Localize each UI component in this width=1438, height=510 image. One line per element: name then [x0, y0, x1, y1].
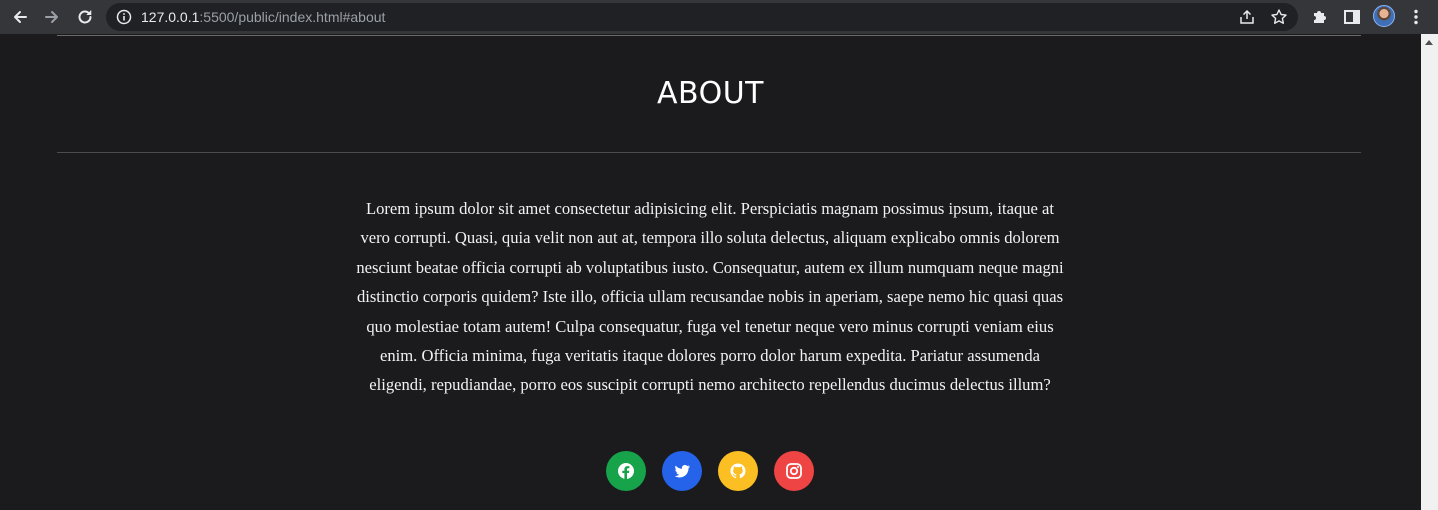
address-bar[interactable]: 127.0.0.1:5500/public/index.html#about: [106, 3, 1298, 31]
info-icon[interactable]: [116, 9, 132, 25]
scroll-up-arrow-icon[interactable]: [1425, 40, 1433, 45]
menu-dots-icon[interactable]: [1406, 7, 1426, 27]
reload-icon: [78, 10, 92, 24]
github-icon: [730, 463, 746, 479]
extensions-icon[interactable]: [1310, 7, 1330, 27]
section-divider: [57, 152, 1361, 153]
profile-avatar[interactable]: [1373, 5, 1395, 27]
github-link[interactable]: [718, 451, 758, 491]
about-section: ABOUT Lorem ipsum dolor sit amet consect…: [0, 34, 1421, 510]
facebook-link[interactable]: [606, 451, 646, 491]
twitter-link[interactable]: [662, 451, 702, 491]
side-panel-icon[interactable]: [1342, 7, 1362, 27]
twitter-icon: [674, 465, 691, 478]
browser-toolbar: 127.0.0.1:5500/public/index.html#about: [0, 0, 1438, 34]
page-title: ABOUT: [657, 76, 764, 111]
star-icon[interactable]: [1270, 8, 1288, 26]
url-host: 127.0.0.1: [141, 9, 200, 25]
social-links: [606, 451, 814, 491]
url-path: :5500/public/index.html#about: [199, 9, 386, 25]
section-divider-top: [57, 35, 1361, 36]
facebook-icon: [618, 463, 634, 479]
about-paragraph: Lorem ipsum dolor sit amet consectetur a…: [356, 199, 1064, 395]
url-text[interactable]: 127.0.0.1:5500/public/index.html#about: [141, 3, 385, 31]
page-scrollbar[interactable]: [1421, 34, 1438, 510]
back-button[interactable]: [8, 5, 32, 29]
forward-button[interactable]: [40, 5, 64, 29]
arrow-right-icon: [45, 11, 58, 23]
arrow-left-icon: [14, 11, 27, 23]
share-icon[interactable]: [1238, 8, 1256, 26]
instagram-link[interactable]: [774, 451, 814, 491]
instagram-icon: [786, 463, 802, 479]
reload-button[interactable]: [73, 5, 97, 29]
